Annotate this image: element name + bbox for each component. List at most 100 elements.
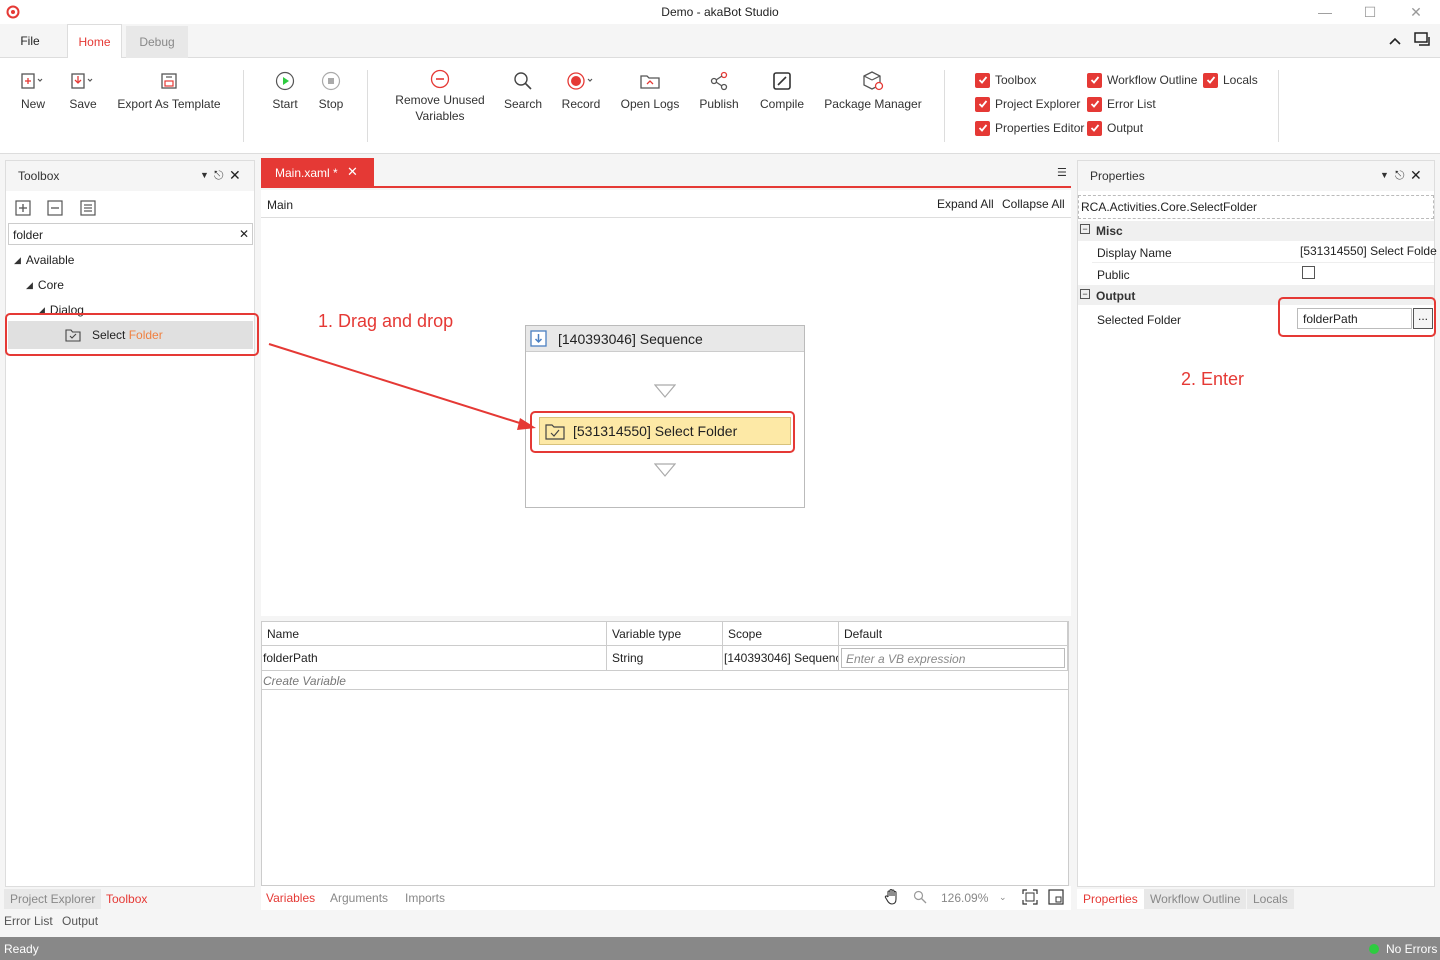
- hand-pan-icon[interactable]: [883, 888, 901, 906]
- feedback-icon[interactable]: [1414, 32, 1432, 48]
- breadcrumb[interactable]: Main: [267, 198, 293, 212]
- tab-toolbox[interactable]: Toolbox: [106, 892, 147, 906]
- panel-menu-icon[interactable]: ▼: [1380, 170, 1389, 180]
- maximize-button[interactable]: ☐: [1355, 2, 1385, 22]
- ribbon: New Save Export As Template Start Stop R…: [0, 58, 1440, 154]
- collapse-all-icon[interactable]: [46, 199, 66, 217]
- search-button[interactable]: Search: [500, 66, 546, 112]
- close-window-button[interactable]: ✕: [1401, 2, 1431, 22]
- annotation-enter: 2. Enter: [1181, 369, 1245, 389]
- tab-properties[interactable]: Properties: [1077, 889, 1144, 909]
- package-manager-label: Package Manager: [824, 97, 922, 111]
- tab-main-xaml[interactable]: Main.xaml * ✕: [261, 158, 374, 188]
- close-panel-icon[interactable]: ✕: [229, 167, 241, 184]
- record-button[interactable]: Record: [558, 66, 604, 112]
- prop-public-checkbox[interactable]: [1302, 266, 1315, 279]
- new-file-icon: [20, 66, 46, 96]
- tree-node-available[interactable]: ◢ Available: [14, 253, 74, 267]
- remove-unused-variables-button[interactable]: Remove Unused Variables: [390, 66, 490, 124]
- var-scope-cell[interactable]: [140393046] Sequence: [723, 646, 839, 671]
- ribbon-separator: [944, 70, 945, 142]
- zoom-dropdown-icon[interactable]: ⌄: [999, 892, 1007, 903]
- var-default-cell[interactable]: Enter a VB expression: [839, 646, 1068, 671]
- category-misc[interactable]: − Misc: [1078, 221, 1434, 241]
- expand-all-link[interactable]: Expand All: [937, 197, 994, 211]
- remove-unused-label-1: Remove Unused: [395, 93, 485, 107]
- export-template-button[interactable]: Export As Template: [114, 66, 224, 112]
- toggle-locals[interactable]: Locals: [1203, 72, 1258, 88]
- create-variable-row[interactable]: Create Variable: [262, 671, 1068, 690]
- fit-to-screen-icon[interactable]: [1022, 889, 1038, 905]
- tab-home[interactable]: Home: [67, 24, 122, 59]
- pin-icon[interactable]: ⎋: [214, 168, 224, 183]
- clear-search-icon[interactable]: ✕: [239, 227, 249, 241]
- tab-error-list[interactable]: Error List: [4, 914, 53, 928]
- package-manager-button[interactable]: Package Manager: [822, 66, 924, 112]
- close-panel-icon[interactable]: ✕: [1410, 167, 1422, 184]
- toolbox-search-input[interactable]: folder ✕: [8, 223, 253, 245]
- list-view-icon[interactable]: [79, 199, 99, 217]
- collapse-box-icon[interactable]: −: [1080, 224, 1090, 234]
- var-default-input[interactable]: Enter a VB expression: [841, 648, 1065, 668]
- properties-type-name: RCA.Activities.Core.SelectFolder: [1078, 195, 1434, 219]
- col-header-scope[interactable]: Scope: [723, 622, 839, 646]
- toolbox-title: Toolbox: [18, 169, 60, 183]
- tab-variables[interactable]: Variables: [266, 891, 315, 905]
- designer-header: Main Expand All Collapse All: [261, 190, 1071, 218]
- var-type-cell[interactable]: String: [607, 646, 723, 671]
- compile-button[interactable]: Compile: [756, 66, 808, 112]
- tab-locals[interactable]: Locals: [1247, 889, 1294, 909]
- start-button[interactable]: Start: [266, 66, 304, 112]
- ribbon-separator: [1278, 70, 1279, 142]
- toggle-label: Project Explorer: [995, 97, 1081, 111]
- panel-menu-icon[interactable]: ▼: [200, 170, 209, 180]
- checkbox-checked-icon: [975, 72, 990, 88]
- toggle-project-explorer[interactable]: Project Explorer: [975, 96, 1080, 112]
- toggle-workflow-outline[interactable]: Workflow Outline: [1087, 72, 1197, 88]
- tab-output[interactable]: Output: [62, 914, 98, 928]
- expand-all-icon[interactable]: [14, 199, 34, 217]
- zoom-level[interactable]: 126.09%: [941, 891, 988, 905]
- var-name-cell[interactable]: folderPath: [262, 646, 607, 671]
- prop-display-name-value[interactable]: [531314550] Select Folde: [1300, 244, 1437, 258]
- stop-button[interactable]: Stop: [312, 66, 350, 112]
- tree-node-core[interactable]: ◢ Core: [26, 278, 64, 292]
- checkbox-checked-icon: [1087, 96, 1102, 112]
- col-header-default[interactable]: Default: [839, 622, 1068, 646]
- prop-selected-folder-label: Selected Folder: [1097, 313, 1182, 327]
- pin-icon[interactable]: ⎋: [1395, 168, 1405, 183]
- collapse-all-link[interactable]: Collapse All: [1002, 197, 1065, 211]
- new-button[interactable]: New: [14, 66, 52, 112]
- open-logs-button[interactable]: Open Logs: [617, 66, 683, 112]
- toggle-properties-editor[interactable]: Properties Editor: [975, 120, 1084, 136]
- col-header-type[interactable]: Variable type: [607, 622, 723, 646]
- tab-file[interactable]: File: [0, 24, 60, 58]
- title-bar: Demo - akaBot Studio — ☐ ✕: [0, 0, 1440, 24]
- tab-imports[interactable]: Imports: [405, 891, 445, 905]
- minimize-button[interactable]: —: [1310, 2, 1340, 22]
- tab-workflow-outline[interactable]: Workflow Outline: [1144, 889, 1247, 909]
- tab-debug[interactable]: Debug: [126, 26, 188, 58]
- overview-icon[interactable]: [1048, 889, 1064, 905]
- publish-button[interactable]: Publish: [694, 66, 744, 112]
- col-header-name[interactable]: Name: [262, 622, 607, 646]
- toggle-toolbox[interactable]: Toolbox: [975, 72, 1036, 88]
- toggle-error-list[interactable]: Error List: [1087, 96, 1156, 112]
- zoom-icon[interactable]: [913, 890, 927, 904]
- save-button[interactable]: Save: [64, 66, 102, 112]
- close-tab-icon[interactable]: ✕: [347, 164, 358, 180]
- tab-arguments[interactable]: Arguments: [330, 891, 388, 905]
- prop-public-label: Public: [1097, 268, 1130, 282]
- window-title: Demo - akaBot Studio: [661, 5, 779, 19]
- error-count: No Errors: [1386, 942, 1438, 956]
- collapse-box-icon[interactable]: −: [1080, 289, 1090, 299]
- toggle-label: Locals: [1223, 73, 1258, 87]
- compile-label: Compile: [759, 97, 804, 111]
- collapse-ribbon-icon[interactable]: [1388, 34, 1402, 48]
- export-template-icon: [160, 66, 178, 96]
- variables-tabbar: Variables Arguments Imports 126.09% ⌄: [261, 886, 1071, 910]
- tabs-menu-icon[interactable]: ☰: [1057, 166, 1067, 179]
- toolbox-search-value: folder: [13, 228, 44, 242]
- tab-project-explorer[interactable]: Project Explorer: [4, 889, 102, 909]
- toggle-output[interactable]: Output: [1087, 120, 1143, 136]
